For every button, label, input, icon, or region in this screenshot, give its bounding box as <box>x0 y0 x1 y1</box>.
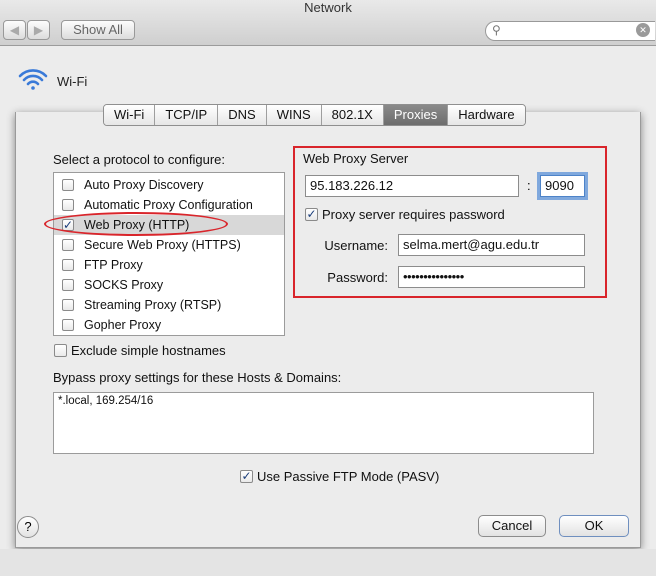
search-input[interactable] <box>485 21 655 41</box>
tab-wins[interactable]: WINS <box>266 105 322 125</box>
exclude-simple-label: Exclude simple hostnames <box>71 343 226 358</box>
tab-dns[interactable]: DNS <box>218 105 267 125</box>
colon-separator: : <box>527 178 531 193</box>
wifi-icon <box>18 67 48 96</box>
checkbox[interactable] <box>62 279 74 291</box>
requires-password-label: Proxy server requires password <box>322 207 505 222</box>
protocol-list[interactable]: Auto Proxy Discovery Automatic Proxy Con… <box>53 172 285 336</box>
search-icon: ⚲ <box>492 23 501 37</box>
exclude-simple-checkbox[interactable] <box>54 344 67 357</box>
protocol-item-auto-discovery[interactable]: Auto Proxy Discovery <box>54 175 284 195</box>
bypass-heading: Bypass proxy settings for these Hosts & … <box>53 370 342 385</box>
back-button[interactable]: ◀ <box>3 20 26 40</box>
checkmark-icon: ✓ <box>306 207 317 221</box>
tab-hardware[interactable]: Hardware <box>448 105 525 125</box>
protocol-item-ftp-proxy[interactable]: FTP Proxy <box>54 255 284 275</box>
interface-name: Wi-Fi <box>57 74 88 89</box>
protocol-label: SOCKS Proxy <box>84 278 164 292</box>
checkbox[interactable] <box>62 199 74 211</box>
tab-proxies[interactable]: Proxies <box>383 105 449 125</box>
checkbox[interactable] <box>62 259 74 271</box>
protocol-label: Secure Web Proxy (HTTPS) <box>84 238 241 252</box>
checkbox[interactable] <box>62 299 74 311</box>
proxy-port-field[interactable]: 9090 <box>540 175 585 197</box>
forward-button[interactable]: ▶ <box>27 20 50 40</box>
cancel-button[interactable]: Cancel <box>478 515 546 537</box>
username-label: Username: <box>324 238 388 253</box>
username-field[interactable]: selma.mert@agu.edu.tr <box>398 234 585 256</box>
checkmark-icon: ✓ <box>241 469 252 483</box>
protocol-item-streaming-proxy[interactable]: Streaming Proxy (RTSP) <box>54 295 284 315</box>
passive-ftp-label: Use Passive FTP Mode (PASV) <box>257 469 440 484</box>
protocol-heading: Select a protocol to configure: <box>53 152 225 167</box>
chevron-left-icon: ◀ <box>9 23 20 37</box>
protocol-item-socks-proxy[interactable]: SOCKS Proxy <box>54 275 284 295</box>
tab-bar: Wi-Fi TCP/IP DNS WINS 802.1X Proxies Har… <box>103 104 526 126</box>
chevron-right-icon: ▶ <box>33 23 44 37</box>
proxy-server-field[interactable]: 95.183.226.12 <box>305 175 519 197</box>
passive-ftp-checkbox[interactable]: ✓ <box>240 470 253 483</box>
ok-button[interactable]: OK <box>559 515 629 537</box>
tab-wifi[interactable]: Wi-Fi <box>104 105 156 125</box>
protocol-label: Auto Proxy Discovery <box>84 178 204 192</box>
protocol-label: Streaming Proxy (RTSP) <box>84 298 222 312</box>
window-title: Network <box>304 0 352 15</box>
show-all-button[interactable]: Show All <box>61 20 135 40</box>
tab-8021x[interactable]: 802.1X <box>321 105 384 125</box>
clear-search-icon[interactable]: ✕ <box>636 23 650 37</box>
protocol-item-gopher-proxy[interactable]: Gopher Proxy <box>54 315 284 335</box>
protocol-label: FTP Proxy <box>84 258 143 272</box>
checkbox[interactable] <box>62 179 74 191</box>
tab-tcpip[interactable]: TCP/IP <box>155 105 219 125</box>
password-field[interactable]: ••••••••••••••• <box>398 266 585 288</box>
protocol-label: Gopher Proxy <box>84 318 162 332</box>
checkbox[interactable] <box>62 319 74 331</box>
password-label: Password: <box>327 270 388 285</box>
protocol-item-secure-web-proxy[interactable]: Secure Web Proxy (HTTPS) <box>54 235 284 255</box>
requires-password-checkbox[interactable]: ✓ <box>305 208 318 221</box>
background-window-footer <box>0 549 656 576</box>
web-proxy-heading: Web Proxy Server <box>303 151 409 166</box>
red-highlight-ellipse <box>44 212 228 236</box>
checkbox[interactable] <box>62 239 74 251</box>
window-titlebar: Network ◀ ▶ Show All ⚲ ✕ <box>0 0 656 46</box>
help-button[interactable]: ? <box>17 516 39 538</box>
bypass-textarea[interactable]: *.local, 169.254/16 <box>53 392 594 454</box>
